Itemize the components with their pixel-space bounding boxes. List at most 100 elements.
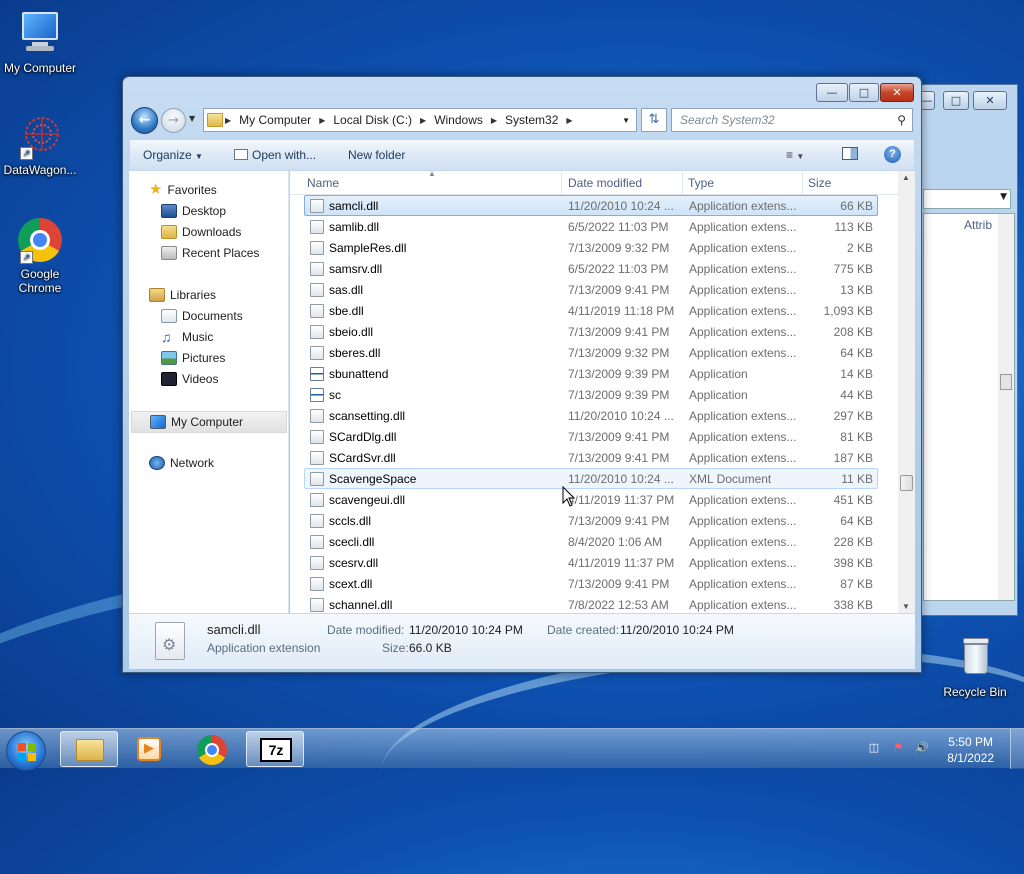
breadcrumb-system32[interactable]: System32 bbox=[499, 113, 564, 127]
taskbar-media-player[interactable]: ▶ bbox=[120, 731, 178, 767]
file-date-modified: 4/11/2019 11:18 PM bbox=[568, 304, 675, 318]
taskbar-chrome[interactable] bbox=[183, 731, 241, 767]
column-header-size[interactable]: Size bbox=[808, 176, 831, 190]
volume-icon[interactable]: 🔊 bbox=[914, 741, 930, 755]
file-type: XML Document bbox=[689, 472, 772, 486]
nav-network[interactable]: Network bbox=[149, 453, 214, 473]
file-row[interactable]: sberes.dll 7/13/2009 9:32 PM Application e… bbox=[304, 342, 878, 363]
vertical-scrollbar[interactable]: ▲ ▼ bbox=[898, 171, 915, 613]
file-row[interactable]: scesrv.dll 4/11/2019 11:37 PM Application … bbox=[304, 552, 878, 573]
search-input[interactable]: Search System32 ⚲ bbox=[671, 108, 913, 132]
file-row[interactable]: SCardSvr.dll 7/13/2009 9:41 PM Application… bbox=[304, 447, 878, 468]
nav-recent-places[interactable]: Recent Places bbox=[161, 243, 259, 263]
network-tray-icon[interactable]: ◫ bbox=[866, 741, 882, 755]
desktop-icon-recycle-bin[interactable]: Recycle Bin bbox=[935, 634, 1015, 699]
open-with-button[interactable]: Open with... bbox=[234, 148, 316, 162]
column-header-type[interactable]: Type bbox=[688, 176, 714, 190]
file-type: Application extens... bbox=[689, 493, 797, 507]
breadcrumb-separator[interactable]: ▶ bbox=[418, 116, 428, 125]
file-row[interactable]: scext.dll 7/13/2009 9:41 PM Application ex… bbox=[304, 573, 878, 594]
file-row[interactable]: SCardDlg.dll 7/13/2009 9:41 PM Application… bbox=[304, 426, 878, 447]
column-divider[interactable] bbox=[561, 171, 562, 194]
view-options-button[interactable]: ≡ ▼ bbox=[786, 148, 804, 162]
details-date-modified-label: Date modified: bbox=[327, 623, 405, 637]
file-row[interactable]: scavengeui.dll 4/11/2019 11:37 PM Applicat… bbox=[304, 489, 878, 510]
file-row[interactable]: samcli.dll 11/20/2010 10:24 ... Applicatio… bbox=[304, 195, 878, 216]
maximize-button[interactable]: □ bbox=[849, 83, 879, 102]
desktop-icon-datawagon[interactable]: ↗ DataWagon... bbox=[0, 112, 80, 177]
file-row[interactable]: scecli.dll 8/4/2020 1:06 AM Application ex… bbox=[304, 531, 878, 552]
file-type: Application bbox=[689, 367, 748, 381]
nav-desktop[interactable]: Desktop bbox=[161, 201, 226, 221]
nav-music[interactable]: ♫ Music bbox=[161, 327, 213, 347]
help-button[interactable]: ? bbox=[884, 146, 901, 163]
nav-my-computer[interactable]: My Computer bbox=[131, 411, 287, 433]
new-folder-button[interactable]: New folder bbox=[348, 148, 405, 162]
organize-button[interactable]: Organize ▼ bbox=[143, 148, 203, 162]
scroll-down-arrow[interactable]: ▼ bbox=[902, 602, 910, 611]
file-type: Application extens... bbox=[689, 598, 797, 612]
file-row[interactable]: ScavengeSpace 11/20/2010 10:24 ... XML Doc… bbox=[304, 468, 878, 489]
maximize-button[interactable]: □ bbox=[943, 91, 969, 110]
close-button[interactable]: ✕ bbox=[973, 91, 1007, 110]
recent-pages-dropdown[interactable]: ▼ bbox=[189, 114, 195, 123]
file-row[interactable]: sccls.dll 7/13/2009 9:41 PM Application ex… bbox=[304, 510, 878, 531]
start-button[interactable] bbox=[6, 731, 46, 771]
show-desktop-button[interactable] bbox=[1010, 729, 1024, 769]
vertical-scrollbar[interactable] bbox=[998, 214, 1014, 600]
system-clock[interactable]: 5:50 PM 8/1/2022 bbox=[947, 734, 994, 766]
nav-libraries[interactable]: Libraries bbox=[149, 285, 216, 305]
preview-pane-button[interactable] bbox=[842, 147, 858, 163]
file-row[interactable]: sbe.dll 4/11/2019 11:18 PM Application ext… bbox=[304, 300, 878, 321]
file-type: Application extens... bbox=[689, 325, 797, 339]
column-header-date-modified[interactable]: Date modified bbox=[568, 176, 642, 190]
file-row[interactable]: samlib.dll 6/5/2022 11:03 PM Application e… bbox=[304, 216, 878, 237]
forward-button[interactable]: → bbox=[161, 108, 186, 133]
file-row[interactable]: schannel.dll 7/8/2022 12:53 AM Application… bbox=[304, 594, 878, 613]
background-window-dropdown[interactable]: ▼ bbox=[923, 189, 1011, 209]
nav-videos[interactable]: Videos bbox=[161, 369, 218, 389]
nav-label: Recent Places bbox=[182, 246, 260, 260]
file-row[interactable]: SampleRes.dll 7/13/2009 9:32 PM Applicatio… bbox=[304, 237, 878, 258]
column-header-name[interactable]: Name bbox=[307, 176, 339, 190]
scrollbar-thumb[interactable] bbox=[900, 475, 913, 491]
column-divider[interactable] bbox=[682, 171, 683, 194]
column-header-attributes[interactable]: Attrib bbox=[964, 218, 992, 232]
taskbar-explorer[interactable] bbox=[60, 731, 118, 767]
breadcrumb-separator[interactable]: ▶ bbox=[489, 116, 499, 125]
breadcrumb-windows[interactable]: Windows bbox=[428, 113, 489, 127]
nav-documents[interactable]: Documents bbox=[161, 306, 243, 326]
breadcrumb-separator[interactable]: ▶ bbox=[317, 116, 327, 125]
file-row[interactable]: samsrv.dll 6/5/2022 11:03 PM Application e… bbox=[304, 258, 878, 279]
background-window[interactable]: — □ ✕ ▼ Attrib bbox=[918, 84, 1018, 616]
nav-downloads[interactable]: Downloads bbox=[161, 222, 241, 242]
file-row[interactable]: sc 7/13/2009 9:39 PM Application 44 KB bbox=[304, 384, 878, 405]
address-bar[interactable]: ▶ My Computer ▶ Local Disk (C:) ▶ Window… bbox=[203, 108, 637, 132]
scroll-up-arrow[interactable]: ▲ bbox=[902, 173, 910, 182]
file-row[interactable]: sbunattend 7/13/2009 9:39 PM Application 14… bbox=[304, 363, 878, 384]
file-name: scesrv.dll bbox=[329, 556, 379, 570]
refresh-button[interactable]: ⇅ bbox=[641, 108, 667, 132]
column-divider[interactable] bbox=[802, 171, 803, 194]
action-center-flag-icon[interactable]: ⚑ bbox=[890, 741, 906, 755]
taskbar-7zip[interactable]: 7z bbox=[246, 731, 304, 767]
desktop-icon-google-chrome[interactable]: ↗ Google Chrome bbox=[0, 216, 80, 295]
file-row[interactable]: sbeio.dll 7/13/2009 9:41 PM Application ex… bbox=[304, 321, 878, 342]
breadcrumb-separator[interactable]: ▶ bbox=[564, 116, 574, 125]
desktop-icon-my-computer[interactable]: My Computer bbox=[0, 10, 80, 75]
close-button[interactable]: ✕ bbox=[880, 83, 914, 102]
breadcrumb-separator[interactable]: ▶ bbox=[223, 116, 233, 125]
back-button[interactable]: ← bbox=[131, 107, 158, 134]
file-row[interactable]: sas.dll 7/13/2009 9:41 PM Application exte… bbox=[304, 279, 878, 300]
file-date-modified: 7/13/2009 9:41 PM bbox=[568, 577, 670, 591]
breadcrumb-local-disk[interactable]: Local Disk (C:) bbox=[327, 113, 418, 127]
address-history-dropdown[interactable]: ▼ bbox=[622, 116, 636, 125]
minimize-button[interactable]: — bbox=[816, 83, 848, 102]
breadcrumb-my-computer[interactable]: My Computer bbox=[233, 113, 317, 127]
details-filename: samcli.dll bbox=[207, 622, 261, 637]
nav-pictures[interactable]: Pictures bbox=[161, 348, 225, 368]
nav-favorites[interactable]: ★ Favorites bbox=[149, 180, 217, 200]
scrollbar-thumb[interactable] bbox=[1000, 374, 1012, 390]
file-row[interactable]: scansetting.dll 11/20/2010 10:24 ... Appli… bbox=[304, 405, 878, 426]
network-icon bbox=[149, 456, 165, 470]
